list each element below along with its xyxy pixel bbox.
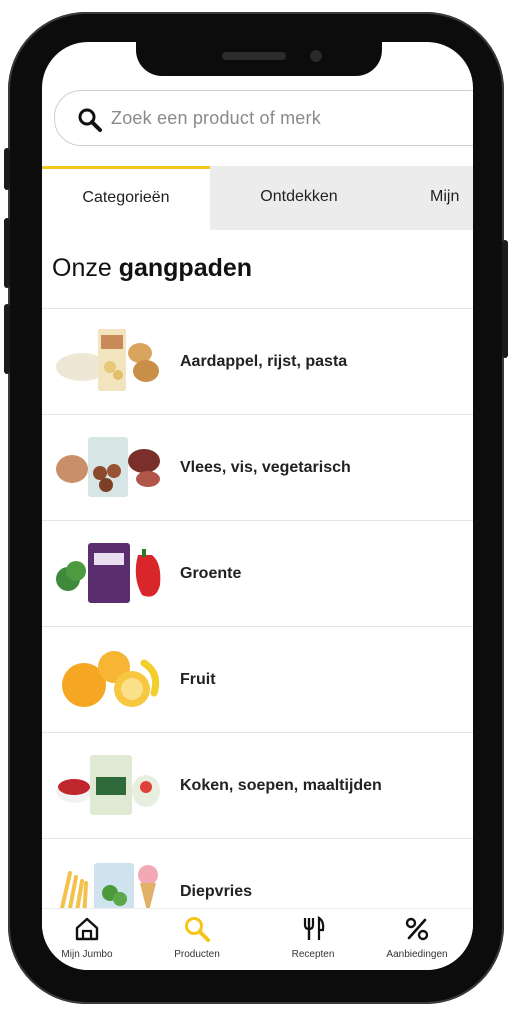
category-item-fruit[interactable]: Fruit xyxy=(42,626,473,732)
search-icon xyxy=(185,917,210,942)
bottom-nav: Mijn Jumbo Producten Recepten Aanbieding… xyxy=(42,908,473,970)
nav-label: Producten xyxy=(174,949,220,960)
category-item-koken[interactable]: Koken, soepen, maaltijden xyxy=(42,732,473,838)
phone-notch xyxy=(136,42,382,76)
tab-categorieen[interactable]: Categorieën xyxy=(42,166,210,233)
nav-aanbiedingen[interactable]: Aanbiedingen xyxy=(372,915,462,960)
vegetables-image xyxy=(56,543,161,603)
nav-recepten[interactable]: Recepten xyxy=(268,915,358,960)
search-input[interactable]: Zoek een product of merk xyxy=(111,91,321,145)
nav-label: Aanbiedingen xyxy=(386,949,448,960)
potato-rice-pasta-image xyxy=(56,329,159,391)
meat-fish-vegetarian-image xyxy=(56,437,160,497)
speaker xyxy=(222,52,286,60)
nav-label: Recepten xyxy=(291,949,335,960)
tab-ontdekken[interactable]: Ontdekken xyxy=(210,166,388,230)
category-label: Fruit xyxy=(180,671,216,688)
search-icon xyxy=(78,108,102,132)
percent-icon xyxy=(405,917,429,941)
search-bar[interactable]: Zoek een product of merk xyxy=(54,90,473,146)
category-list: Aardappel, rijst, pasta Vlees, vis, vege… xyxy=(42,308,473,944)
cooking-soups-meals-image xyxy=(56,755,160,815)
phone-volume-up xyxy=(4,218,10,288)
fork-knife-icon xyxy=(303,916,325,940)
camera xyxy=(310,50,322,62)
page-title-prefix: Onze xyxy=(52,254,112,282)
nav-mijn-jumbo[interactable]: Mijn Jumbo xyxy=(42,915,132,960)
category-label: Vlees, vis, vegetarisch xyxy=(180,459,351,476)
phone-volume-down xyxy=(4,304,10,374)
category-item-groente[interactable]: Groente xyxy=(42,520,473,626)
nav-label: Mijn Jumbo xyxy=(61,949,113,960)
phone-power-button xyxy=(502,240,508,358)
category-label: Aardappel, rijst, pasta xyxy=(180,353,348,370)
phone-mute-switch xyxy=(4,148,10,190)
fruit-image xyxy=(62,651,160,707)
app-screen: Zoek een product of merk Categorieën Ont… xyxy=(42,42,473,970)
category-item-aardappel[interactable]: Aardappel, rijst, pasta xyxy=(42,308,473,414)
nav-producten[interactable]: Producten xyxy=(152,915,242,960)
tab-bar: Categorieën Ontdekken Mijn xyxy=(42,166,473,233)
home-icon xyxy=(75,917,99,941)
category-label: Koken, soepen, maaltijden xyxy=(180,777,382,794)
tab-mijn[interactable]: Mijn xyxy=(388,166,473,230)
category-label: Groente xyxy=(180,565,242,582)
page-title: Onze gangpaden xyxy=(52,254,252,283)
category-item-vlees[interactable]: Vlees, vis, vegetarisch xyxy=(42,414,473,520)
page-title-bold: gangpaden xyxy=(118,254,253,282)
